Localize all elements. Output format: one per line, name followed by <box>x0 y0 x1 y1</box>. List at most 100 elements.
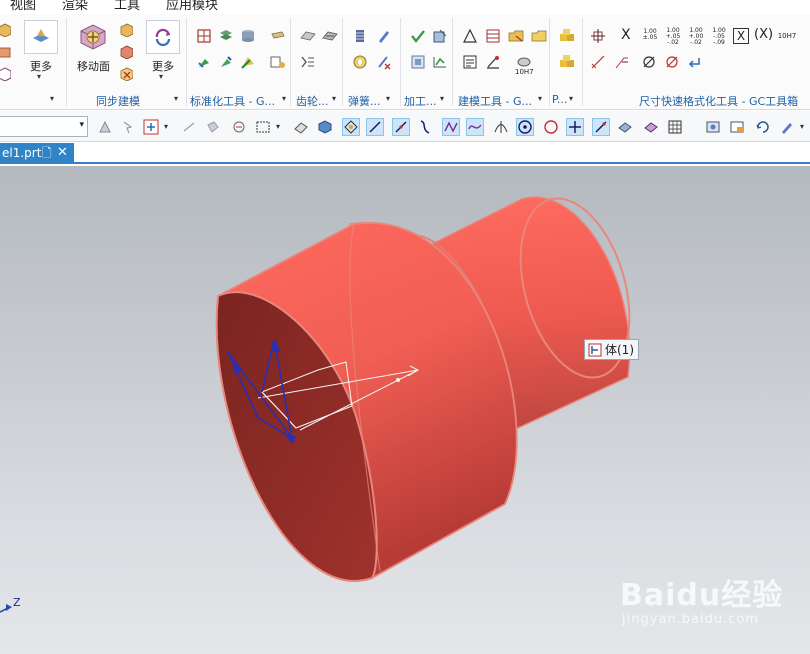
chevron-down-icon[interactable]: ▾ <box>332 94 336 103</box>
machining-grid-icon[interactable] <box>410 54 426 70</box>
return-arrow-icon[interactable] <box>687 54 703 70</box>
more-tools-button[interactable] <box>24 20 58 54</box>
snap-point-on-curve-icon[interactable] <box>592 118 610 136</box>
tooltip-text: 体(1) <box>605 343 634 357</box>
snap-intersection-icon[interactable] <box>566 118 584 136</box>
menu-view[interactable]: 视图 <box>10 0 36 13</box>
tolerance-negative-button[interactable]: 1.00 -.05 -.09 <box>710 28 728 46</box>
grid-icon[interactable] <box>666 118 684 136</box>
snap-quadrant-icon[interactable] <box>542 118 560 136</box>
more-sync-button[interactable] <box>146 20 180 54</box>
menu-tools[interactable]: 工具 <box>114 0 140 13</box>
diameter-red-icon[interactable] <box>664 54 680 70</box>
ribbon-separator <box>66 18 67 106</box>
tolerance-sym-button[interactable]: 1.00 ±.05 <box>641 29 659 41</box>
green-arrow-icon[interactable] <box>196 54 212 70</box>
chevron-down-icon[interactable]: ▾ <box>282 94 286 103</box>
rotate-view-icon[interactable] <box>754 118 772 136</box>
document-edit-icon[interactable] <box>462 54 478 70</box>
layers-icon[interactable] <box>218 28 234 44</box>
cube-icon[interactable] <box>0 22 12 38</box>
select-arrows-icon[interactable] <box>120 118 138 136</box>
menu-render[interactable]: 渲染 <box>62 0 88 13</box>
dim-tag-icon[interactable] <box>614 54 630 70</box>
block-gold-icon[interactable] <box>559 28 575 44</box>
close-icon[interactable]: ✕ <box>57 143 68 163</box>
snap-line-icon[interactable] <box>366 118 384 136</box>
spring-disc-icon[interactable] <box>352 54 368 70</box>
gear-spur-icon[interactable] <box>300 28 316 44</box>
block-stack-icon[interactable] <box>559 54 575 70</box>
check-mark-icon[interactable] <box>410 28 426 44</box>
chevron-down-icon[interactable]: ▾ <box>50 94 54 103</box>
table-red-icon[interactable] <box>485 28 501 44</box>
gear-helical-icon[interactable] <box>322 28 338 44</box>
folder-yellow-icon[interactable] <box>531 28 547 44</box>
snap-midpoint-icon[interactable] <box>392 118 410 136</box>
cylinder-stack-icon[interactable] <box>240 28 256 44</box>
general-select-icon[interactable] <box>142 118 160 136</box>
chevron-down-icon[interactable]: ▾ <box>159 72 163 81</box>
select-body-icon[interactable] <box>230 118 248 136</box>
select-face-icon[interactable] <box>204 118 222 136</box>
folder-tool-icon[interactable] <box>508 28 524 44</box>
spring-delete-icon[interactable] <box>376 54 392 70</box>
dimension-icon[interactable] <box>590 28 606 44</box>
reference-dim-button[interactable]: (X) <box>754 27 773 42</box>
snap-spline-icon[interactable] <box>442 118 460 136</box>
fit-10h7-button[interactable]: 10H7 <box>776 33 798 40</box>
snap-curve-icon[interactable] <box>416 118 434 136</box>
chevron-down-icon[interactable]: ▾ <box>174 94 178 103</box>
green-block-icon[interactable] <box>240 54 256 70</box>
machining-check-icon[interactable] <box>432 54 448 70</box>
eraser-icon[interactable] <box>292 118 310 136</box>
spring-pencil-icon[interactable] <box>376 28 392 44</box>
move-face-button[interactable] <box>76 20 110 54</box>
green-tool-icon[interactable] <box>218 54 234 70</box>
dim-arrow-icon[interactable] <box>590 54 606 70</box>
tab-model-file[interactable]: el1.prt 🗋 ✕ <box>0 143 74 164</box>
spring-cylindrical-icon[interactable] <box>352 28 368 44</box>
box-tool-icon[interactable] <box>0 44 12 60</box>
gear-mesh-icon[interactable] <box>300 54 316 70</box>
rectangle-select-icon[interactable] <box>254 118 272 136</box>
view-orient-icon[interactable] <box>704 118 722 136</box>
tolerance-bilateral-button[interactable]: 1.00 +.05 -.02 <box>664 28 682 46</box>
chevron-down-icon[interactable]: ▾ <box>37 72 41 81</box>
snap-tangent-icon[interactable] <box>492 118 510 136</box>
snap-endpoints-icon[interactable] <box>342 118 360 136</box>
type-filter-select[interactable]: ▾ <box>0 116 88 137</box>
snap-center-icon[interactable] <box>516 118 534 136</box>
select-curve-icon[interactable] <box>180 118 198 136</box>
offset-region-icon[interactable] <box>118 22 134 38</box>
table-gear-icon[interactable] <box>270 54 286 70</box>
chevron-down-icon[interactable]: ▾ <box>164 122 168 131</box>
measure-icon[interactable] <box>485 54 501 70</box>
machining-part-icon[interactable] <box>432 28 448 44</box>
chevron-down-icon[interactable]: ▾ <box>386 94 390 103</box>
graphics-viewport[interactable]: Z 体(1) Baidu经验 jingyan.baidu.com <box>0 166 810 654</box>
pattern-icon[interactable] <box>0 66 12 82</box>
snap-wave-icon[interactable] <box>466 118 484 136</box>
replace-face-icon[interactable] <box>118 44 134 60</box>
pencil-icon[interactable] <box>778 118 796 136</box>
diameter-icon[interactable] <box>641 54 657 70</box>
view-save-icon[interactable] <box>728 118 746 136</box>
delete-face-icon[interactable] <box>118 66 134 82</box>
chevron-down-icon[interactable]: ▾ <box>440 94 444 103</box>
chevron-down-icon[interactable]: ▾ <box>800 122 804 131</box>
snap-face-icon[interactable] <box>616 118 634 136</box>
snap-filter-icon[interactable] <box>96 118 114 136</box>
chevron-down-icon[interactable]: ▾ <box>569 94 573 103</box>
tolerance-lower-button[interactable]: 1.00 +.00 -.02 <box>687 28 705 46</box>
bolt-icon[interactable] <box>270 28 286 44</box>
chevron-down-icon[interactable]: ▾ <box>538 94 542 103</box>
chevron-down-icon[interactable]: ▾ <box>276 122 280 131</box>
triangle-icon[interactable] <box>462 28 478 44</box>
boxed-x-button[interactable]: X <box>733 28 749 44</box>
hole-table-icon[interactable] <box>196 28 212 44</box>
solid-body-icon[interactable] <box>316 118 334 136</box>
menu-application[interactable]: 应用模块 <box>166 0 218 13</box>
dim-x-label[interactable]: X <box>621 27 631 43</box>
snap-bounded-icon[interactable] <box>642 118 660 136</box>
